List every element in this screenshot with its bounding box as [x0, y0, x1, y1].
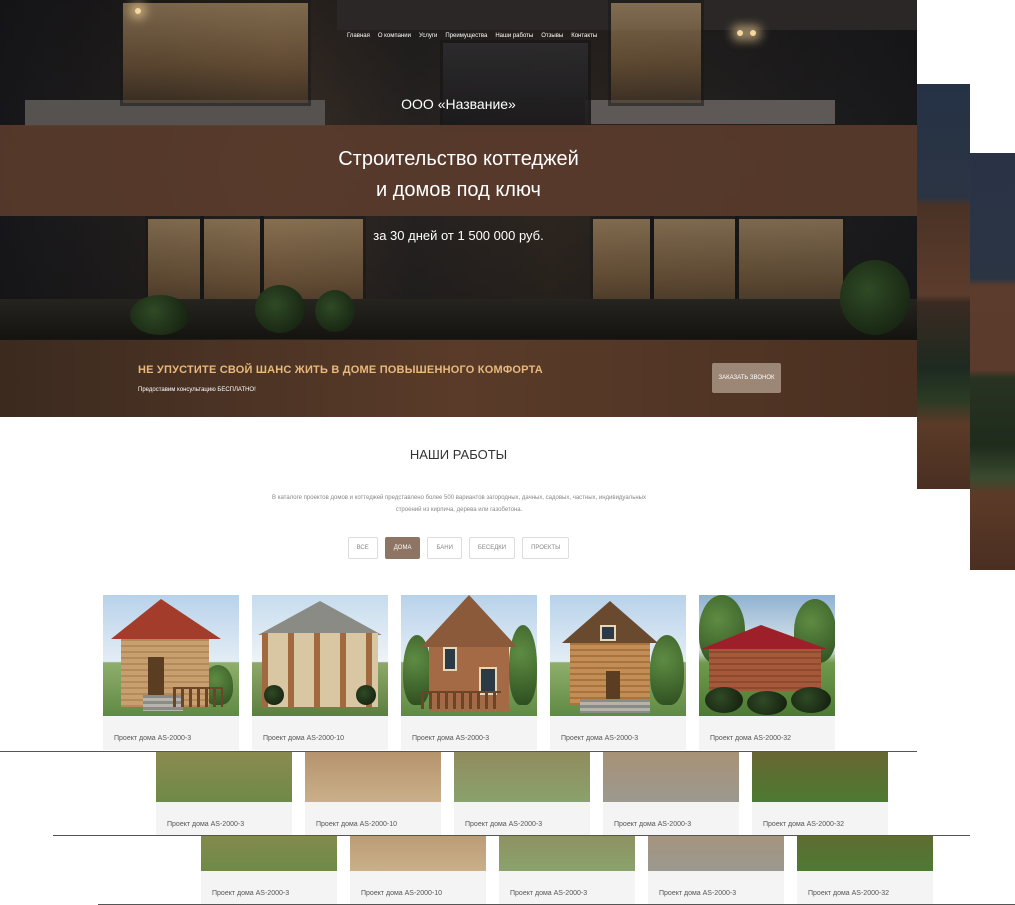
project-card-label-copy: Проект дома AS-2000-32 [808, 890, 889, 897]
lamp-3 [750, 30, 756, 36]
project-card-label-copy: Проект дома AS-2000-3 [167, 821, 245, 828]
hero-headline-line1: Строительство коттеджей [338, 148, 579, 170]
project-card-label: Проект дома AS-2000-3 [114, 735, 192, 742]
works-title: НАШИ РАБОТЫ [409, 447, 508, 462]
project-grid: Проект дома AS-2000-3 Проект дома AS-200… [103, 595, 835, 750]
hero-headline: Строительство коттеджей и домов под ключ [0, 144, 917, 206]
project-card-label: Проект дома AS-2000-3 [561, 735, 639, 742]
works-filters: ВСЕ ДОМА БАНИ БЕСЕДКИ ПРОЕКТЫ [0, 537, 917, 559]
project-card[interactable]: Проект дома AS-2000-3 [550, 595, 686, 750]
filter-gazebos[interactable]: БЕСЕДКИ [468, 537, 516, 559]
lamp-1 [135, 8, 141, 14]
nav-item-services[interactable]: Услуги [419, 33, 437, 39]
main-nav: Главная О компании Услуги Преимущества Н… [347, 33, 597, 39]
project-card-label-copy: Проект дома AS-2000-10 [361, 890, 442, 897]
project-card-label: Проект дома AS-2000-32 [710, 735, 791, 742]
project-card-label: Проект дома AS-2000-10 [263, 735, 344, 742]
nav-item-advantages[interactable]: Преимущества [445, 33, 487, 39]
bush-2 [255, 285, 305, 333]
filter-houses[interactable]: ДОМА [384, 537, 421, 559]
project-card-label-copy: Проект дома AS-2000-3 [212, 890, 290, 897]
project-card-label-copy: Проект дома AS-2000-32 [763, 821, 844, 828]
cta-title: НЕ УПУСТИТЕ СВОЙ ШАНС ЖИТЬ В ДОМЕ ПОВЫШЕ… [138, 364, 543, 376]
company-name: ООО «Название» [401, 96, 516, 112]
filter-saunas[interactable]: БАНИ [427, 537, 462, 559]
wooden-house-image [550, 595, 686, 716]
nav-item-reviews[interactable]: Отзывы [541, 33, 563, 39]
nav-item-home[interactable]: Главная [347, 33, 370, 39]
project-grid-copy-2: Проект дома AS-2000-3 Проект дома AS-200… [53, 836, 970, 904]
lamp-2 [737, 30, 743, 36]
brick-house-image [401, 595, 537, 716]
project-card[interactable]: Проект дома AS-2000-10 [252, 595, 388, 750]
gazebo-image [252, 595, 388, 716]
hero-headline-line2: и домов под ключ [376, 179, 541, 201]
bush-4 [840, 260, 910, 335]
filter-all[interactable]: ВСЕ [347, 537, 378, 559]
project-card-label-copy: Проект дома AS-2000-3 [465, 821, 543, 828]
order-call-button[interactable]: ЗАКАЗАТЬ ЗВОНОК [712, 363, 781, 393]
window-upper-left [120, 0, 311, 106]
nav-item-contacts[interactable]: Контакты [571, 33, 597, 39]
bush-1 [130, 295, 190, 335]
log-cabin-image [699, 595, 835, 716]
project-card-label-copy: Проект дома AS-2000-10 [316, 821, 397, 828]
nav-item-works[interactable]: Наши работы [495, 33, 533, 39]
project-card-label-copy: Проект дома AS-2000-3 [510, 890, 588, 897]
cta-subtitle: Предоставим консультацию БЕСПЛАТНО! [138, 387, 256, 393]
project-card-label-copy: Проект дома AS-2000-3 [659, 890, 737, 897]
hero-section: Главная О компании Услуги Преимущества Н… [0, 0, 917, 417]
filter-projects[interactable]: ПРОЕКТЫ [522, 537, 570, 559]
bush-3 [315, 290, 355, 332]
project-card-label: Проект дома AS-2000-3 [412, 735, 490, 742]
cta-banner: НЕ УПУСТИТЕ СВОЙ ШАНС ЖИТЬ В ДОМЕ ПОВЫШЕ… [0, 340, 917, 417]
hero-price: за 30 дней от 1 500 000 руб. [373, 228, 544, 243]
hero-copy-sliver-2 [970, 153, 1015, 570]
project-card[interactable]: Проект дома AS-2000-3 [103, 595, 239, 750]
sauna-house-image [103, 595, 239, 716]
hero-copy-sliver-1 [917, 84, 970, 489]
project-card[interactable]: Проект дома AS-2000-32 [699, 595, 835, 750]
window-upper-right [608, 0, 704, 106]
works-description: В каталоге проектов домов и коттеджей пр… [272, 495, 646, 513]
window-upper-center [440, 40, 591, 131]
nav-item-about[interactable]: О компании [378, 33, 411, 39]
project-grid-copy-1: Проект дома AS-2000-3 Проект дома AS-200… [0, 752, 917, 836]
project-card[interactable]: Проект дома AS-2000-3 [401, 595, 537, 750]
project-card-label-copy: Проект дома AS-2000-3 [614, 821, 692, 828]
